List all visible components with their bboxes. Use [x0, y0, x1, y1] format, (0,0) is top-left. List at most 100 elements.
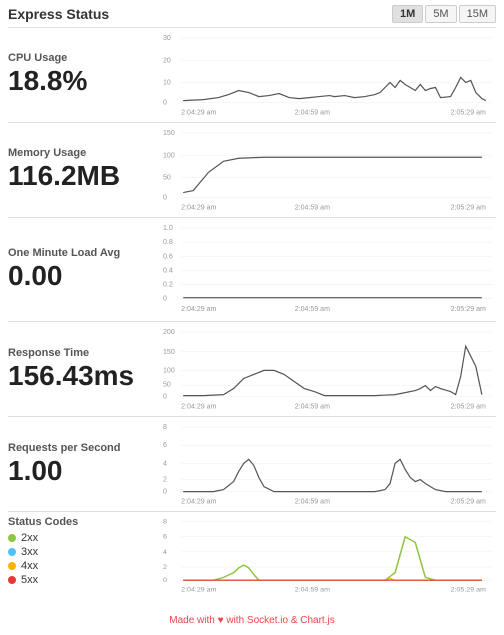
rps-label: Requests per Second: [8, 442, 155, 454]
footer: Made with ♥ with Socket.io & Chart.js: [8, 615, 496, 630]
svg-text:0: 0: [163, 577, 167, 584]
svg-text:1.0: 1.0: [163, 225, 173, 232]
svg-text:10: 10: [163, 79, 171, 86]
footer-text: Made with ♥ with Socket.io & Chart.js: [169, 615, 334, 626]
memory-value: 116.2MB: [8, 161, 155, 192]
legend-dot-4xx: [8, 562, 16, 570]
svg-text:100: 100: [163, 152, 175, 159]
svg-text:150: 150: [163, 130, 175, 137]
app-header: Express Status 1M 5M 15M: [8, 5, 496, 23]
legend-dot-5xx: [8, 576, 16, 584]
load-chart: 1.0 0.8 0.6 0.4 0.2 0 2:04:29 am 2:04:59…: [163, 222, 496, 318]
svg-text:6: 6: [163, 534, 167, 541]
svg-text:0.8: 0.8: [163, 239, 173, 246]
time-btn-5m[interactable]: 5M: [425, 5, 456, 23]
svg-text:2:04:59 am: 2:04:59 am: [295, 404, 330, 411]
svg-text:0.6: 0.6: [163, 253, 173, 260]
svg-text:200: 200: [163, 329, 175, 336]
svg-text:0: 0: [163, 194, 167, 201]
load-label: One Minute Load Avg: [8, 247, 155, 259]
svg-text:6: 6: [163, 442, 167, 449]
svg-text:2:05:29 am: 2:05:29 am: [451, 110, 486, 117]
svg-text:2:04:59 am: 2:04:59 am: [295, 205, 330, 212]
response-chart-svg: 200 150 100 50 0 2:04:29 am 2:04:59 am 2…: [163, 326, 496, 412]
svg-text:50: 50: [163, 174, 171, 181]
svg-text:2:04:59 am: 2:04:59 am: [295, 499, 330, 506]
svg-text:2:04:59 am: 2:04:59 am: [295, 110, 330, 117]
svg-text:2:05:29 am: 2:05:29 am: [451, 305, 486, 312]
svg-text:20: 20: [163, 57, 171, 64]
memory-metric-row: Memory Usage 116.2MB 150 100 50 0 2:04:2…: [8, 122, 496, 217]
svg-text:2:04:59 am: 2:04:59 am: [295, 587, 331, 594]
status-chart-svg: 8 6 4 2 0 2:04:29 am 2:04:59 am: [163, 516, 496, 601]
svg-text:2:04:29 am: 2:04:29 am: [181, 404, 216, 411]
cpu-chart-svg: 30 20 10 0 2:04:29 am 2:04:59 am 2:05:29…: [163, 32, 496, 118]
cpu-metric-row: CPU Usage 18.8% 30 20 10 0 2:04:29 am 2:…: [8, 27, 496, 122]
status-codes-left: Status Codes 2xx 3xx 4xx 5xx: [8, 516, 163, 609]
memory-chart: 150 100 50 0 2:04:29 am 2:04:59 am 2:05:…: [163, 127, 496, 213]
status-codes-label: Status Codes: [8, 516, 155, 528]
svg-text:0.2: 0.2: [163, 281, 173, 288]
rps-value: 1.00: [8, 456, 155, 487]
rps-chart-svg: 8 6 4 2 0 2:04:29 am 2:04:59 am 2:05:29 …: [163, 421, 496, 507]
svg-text:100: 100: [163, 368, 175, 375]
legend-2xx: 2xx: [8, 532, 155, 544]
load-value: 0.00: [8, 261, 155, 292]
load-chart-svg: 1.0 0.8 0.6 0.4 0.2 0 2:04:29 am 2:04:59…: [163, 222, 496, 318]
svg-text:8: 8: [163, 519, 167, 526]
response-chart: 200 150 100 50 0 2:04:29 am 2:04:59 am 2…: [163, 326, 496, 412]
svg-text:150: 150: [163, 350, 175, 357]
response-value: 156.43ms: [8, 361, 155, 392]
status-chart: 8 6 4 2 0 2:04:29 am 2:04:59 am: [163, 516, 496, 609]
svg-text:2: 2: [163, 477, 167, 484]
legend-4xx: 4xx: [8, 560, 155, 572]
legend-dot-2xx: [8, 534, 16, 542]
response-metric-left: Response Time 156.43ms: [8, 326, 163, 412]
svg-text:2:04:29 am: 2:04:29 am: [181, 587, 217, 594]
svg-text:0.4: 0.4: [163, 267, 173, 274]
load-metric-row: One Minute Load Avg 0.00 1.0 0.8 0.6 0.4…: [8, 217, 496, 322]
svg-text:2:04:29 am: 2:04:29 am: [181, 305, 216, 312]
footer-heart: ♥: [218, 615, 224, 626]
svg-text:0: 0: [163, 295, 167, 302]
status-codes-row: Status Codes 2xx 3xx 4xx 5xx 8 6 4: [8, 511, 496, 611]
svg-text:2:05:29 am: 2:05:29 am: [451, 499, 486, 506]
load-metric-left: One Minute Load Avg 0.00: [8, 222, 163, 318]
cpu-value: 18.8%: [8, 66, 155, 97]
cpu-chart: 30 20 10 0 2:04:29 am 2:04:59 am 2:05:29…: [163, 32, 496, 118]
legend-3xx: 3xx: [8, 546, 155, 558]
svg-text:2:04:29 am: 2:04:29 am: [181, 110, 216, 117]
svg-text:8: 8: [163, 424, 167, 431]
rps-metric-row: Requests per Second 1.00 8 6 4 2 0 2:04:…: [8, 416, 496, 511]
svg-text:4: 4: [163, 461, 167, 468]
rps-metric-left: Requests per Second 1.00: [8, 421, 163, 507]
legend-dot-3xx: [8, 548, 16, 556]
svg-text:0: 0: [163, 100, 167, 107]
time-button-group: 1M 5M 15M: [392, 5, 496, 23]
legend-5xx: 5xx: [8, 574, 155, 586]
svg-text:2:05:29 am: 2:05:29 am: [451, 404, 486, 411]
time-btn-1m[interactable]: 1M: [392, 5, 423, 23]
svg-text:2: 2: [163, 564, 167, 571]
app-title: Express Status: [8, 6, 109, 22]
time-btn-15m[interactable]: 15M: [459, 5, 496, 23]
cpu-metric-left: CPU Usage 18.8%: [8, 32, 163, 118]
legend-label-4xx: 4xx: [21, 560, 38, 572]
legend-label-2xx: 2xx: [21, 532, 38, 544]
svg-text:2:05:29 am: 2:05:29 am: [451, 587, 487, 594]
response-label: Response Time: [8, 347, 155, 359]
svg-text:4: 4: [163, 549, 167, 556]
memory-metric-left: Memory Usage 116.2MB: [8, 127, 163, 213]
svg-text:0: 0: [163, 489, 167, 496]
svg-text:2:04:29 am: 2:04:29 am: [181, 205, 216, 212]
svg-text:2:05:29 am: 2:05:29 am: [451, 205, 486, 212]
svg-text:2:04:29 am: 2:04:29 am: [181, 499, 216, 506]
rps-chart: 8 6 4 2 0 2:04:29 am 2:04:59 am 2:05:29 …: [163, 421, 496, 507]
svg-text:30: 30: [163, 35, 171, 42]
svg-text:0: 0: [163, 394, 167, 401]
legend-label-3xx: 3xx: [21, 546, 38, 558]
svg-text:50: 50: [163, 382, 171, 389]
memory-chart-svg: 150 100 50 0 2:04:29 am 2:04:59 am 2:05:…: [163, 127, 496, 213]
memory-label: Memory Usage: [8, 147, 155, 159]
response-metric-row: Response Time 156.43ms 200 150 100 50 0 …: [8, 321, 496, 416]
